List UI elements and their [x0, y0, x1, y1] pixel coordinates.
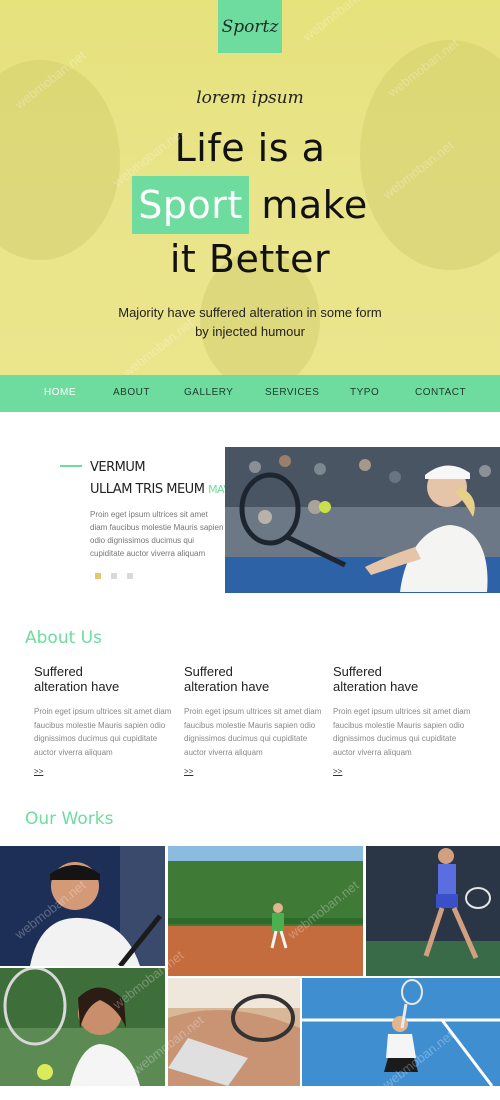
hero-subtitle: Majority have suffered alteration in som…	[118, 305, 382, 339]
read-more-link[interactable]: >>	[333, 767, 342, 776]
slider-dot[interactable]	[127, 573, 133, 579]
gallery-photo-art	[168, 846, 363, 976]
about-column: Suffered alteration have Proin eget ipsum…	[184, 664, 324, 776]
gallery-photo-art	[0, 846, 165, 966]
nav-item-typo[interactable]: TYPO	[350, 387, 379, 398]
read-more-link[interactable]: >>	[34, 767, 43, 776]
nav-item-contact[interactable]: CONTACT	[415, 387, 466, 398]
hero-kicker: lorem ipsum	[196, 88, 304, 108]
gallery-image-blue-court[interactable]	[302, 978, 500, 1086]
gallery-photo-art	[302, 978, 500, 1086]
gallery-image-player-headband[interactable]	[0, 846, 165, 966]
site-logo[interactable]: Sportz	[218, 0, 282, 53]
hero-heading-line2-rest: make	[248, 183, 368, 227]
feature-subtitle-part: ULLAM TRIS	[90, 482, 163, 497]
watermark: webmoban.net	[300, 0, 377, 44]
gallery-image-clay-court[interactable]	[168, 846, 363, 976]
logo-text: Sportz	[221, 16, 279, 37]
gallery-image-girl-racket[interactable]	[0, 968, 165, 1086]
feature-accent-line	[60, 465, 82, 467]
heading-line: alteration have	[333, 679, 419, 694]
gallery-image-racket-hands[interactable]	[168, 978, 300, 1086]
slider-dot-active[interactable]	[95, 573, 101, 579]
feature-photo-art	[225, 447, 500, 593]
slider-dot[interactable]	[111, 573, 117, 579]
gallery-photo-art	[0, 968, 165, 1086]
nav-item-home[interactable]: HOME	[44, 387, 76, 398]
heading-line: alteration have	[34, 679, 120, 694]
about-column-heading: Suffered alteration have	[184, 664, 324, 694]
nav-item-services[interactable]: SERVICES	[265, 387, 319, 398]
feature-title: VERMUM	[90, 460, 146, 475]
heading-line: alteration have	[184, 679, 270, 694]
hero-heading-line1: Life is a	[174, 126, 326, 170]
about-column: Suffered alteration have Proin eget ipsum…	[34, 664, 174, 776]
about-title: About Us	[25, 628, 102, 648]
about-column-text: Proin eget ipsum ultrices sit amet diam …	[333, 707, 471, 757]
main-nav: HOME ABOUT GALLERY SERVICES TYPO CONTACT	[0, 375, 500, 412]
read-more-link[interactable]: >>	[184, 767, 193, 776]
heading-line: Suffered	[333, 664, 382, 679]
heading-line: Suffered	[34, 664, 83, 679]
hero-banner: Sportz lorem ipsum Life is a Sport make …	[0, 0, 500, 375]
feature-subtitle-part: MEUM	[166, 482, 205, 497]
gallery-photo-art	[366, 846, 500, 976]
slider-dots	[95, 573, 133, 579]
about-column-heading: Suffered alteration have	[333, 664, 473, 694]
works-title: Our Works	[25, 809, 114, 829]
hero-highlight: Sport	[132, 176, 249, 234]
feature-image-tennis-player	[225, 447, 500, 593]
about-column: Suffered alteration have Proin eget ipsum…	[333, 664, 473, 776]
nav-item-gallery[interactable]: GALLERY	[184, 387, 233, 398]
about-column-heading: Suffered alteration have	[34, 664, 174, 694]
nav-item-about[interactable]: ABOUT	[113, 387, 150, 398]
feature-body: Proin eget ipsum ultrices sit amet diam …	[90, 510, 224, 558]
gallery-photo-art	[168, 978, 300, 1086]
hero-heading-line3: it Better	[169, 237, 331, 281]
about-column-text: Proin eget ipsum ultrices sit amet diam …	[184, 707, 322, 757]
about-column-text: Proin eget ipsum ultrices sit amet diam …	[34, 707, 172, 757]
heading-line: Suffered	[184, 664, 233, 679]
gallery-image-player-running[interactable]	[366, 846, 500, 976]
hero-heading-line2: Sport make	[0, 176, 500, 234]
